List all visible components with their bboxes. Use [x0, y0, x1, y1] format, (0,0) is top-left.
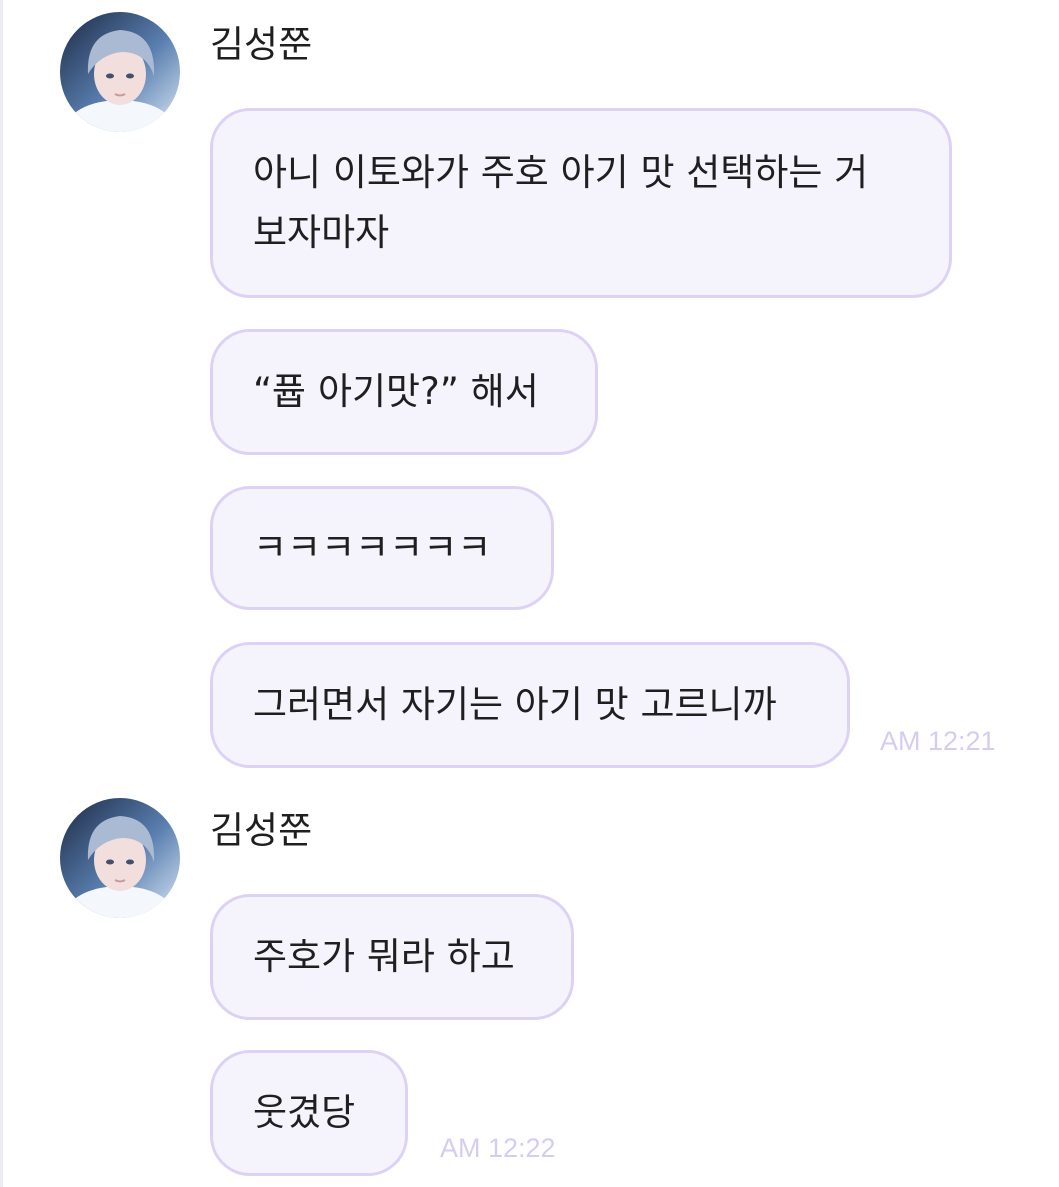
- message-bubble[interactable]: “퓹 아기맛?” 해서: [210, 329, 598, 455]
- sender-avatar[interactable]: [60, 12, 180, 132]
- message-bubble[interactable]: 그러면서 자기는 아기 맛 고르니까: [210, 642, 850, 768]
- message-bubble[interactable]: 웃겼당: [210, 1050, 408, 1176]
- avatar-image: [60, 798, 180, 918]
- message-bubble[interactable]: ㅋㅋㅋㅋㅋㅋㅋ: [210, 486, 554, 610]
- sender-name: 김성쭌: [210, 809, 313, 852]
- message-timestamp: AM 12:22: [440, 1133, 556, 1163]
- message-timestamp: AM 12:21: [880, 726, 996, 756]
- message-bubble[interactable]: 주호가 뭐라 하고: [210, 894, 574, 1020]
- sender-avatar[interactable]: [60, 798, 180, 918]
- avatar-image: [60, 12, 180, 132]
- message-bubble[interactable]: 아니 이토와가 주호 아기 맛 선택하는 거 보자마자: [210, 108, 952, 298]
- chat-left-border: [0, 0, 3, 1187]
- sender-name: 김성쭌: [210, 23, 313, 66]
